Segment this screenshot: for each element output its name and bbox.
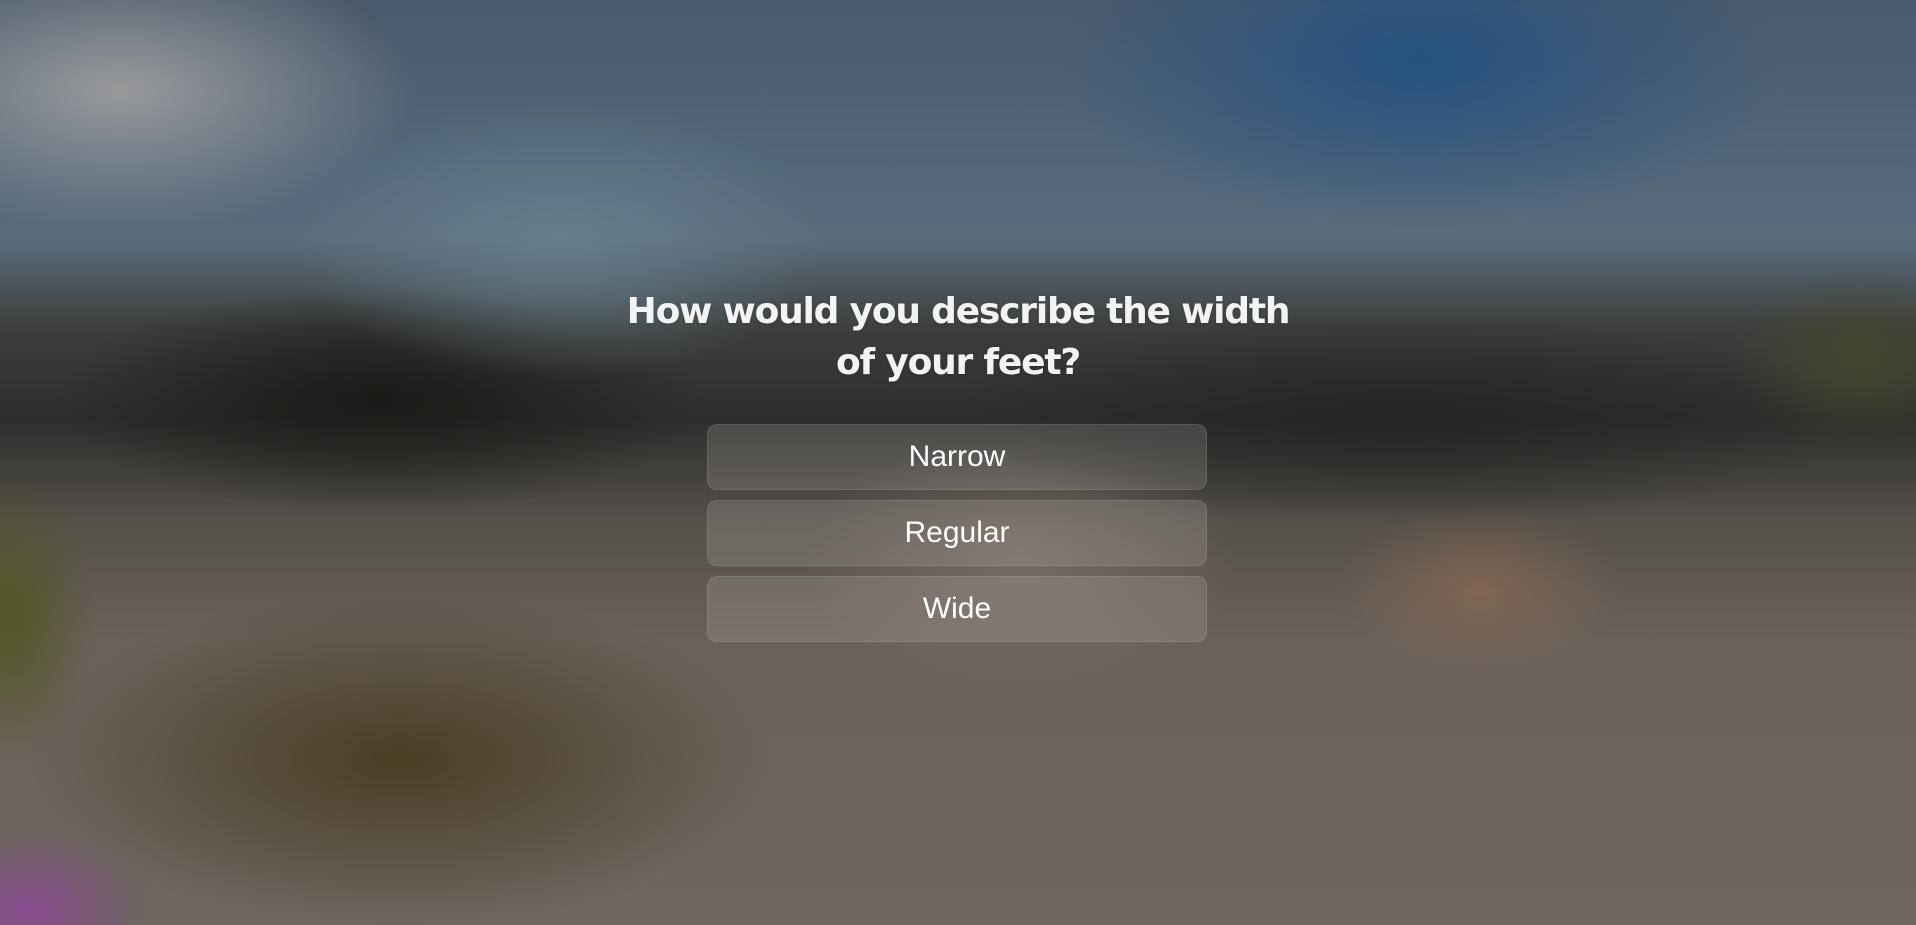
quiz-step: How would you describe the width of your… [0, 0, 1916, 925]
question-title: How would you describe the width of your… [626, 291, 1291, 383]
option-wide-button[interactable]: Wide [707, 576, 1207, 642]
answer-options: Narrow Regular Wide [707, 424, 1207, 652]
option-regular-button[interactable]: Regular [707, 500, 1207, 566]
option-narrow-button[interactable]: Narrow [707, 424, 1207, 490]
